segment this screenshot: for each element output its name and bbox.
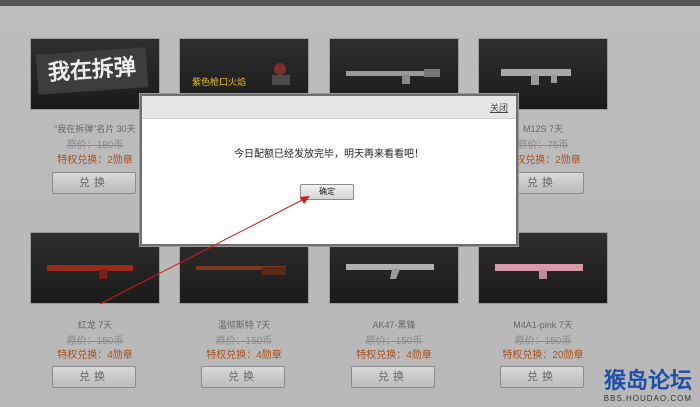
watermark-url: BBS.HOUDAO.COM <box>603 394 692 403</box>
annotation-arrow <box>99 196 310 305</box>
watermark-logo: 猴岛论坛 <box>603 369 692 394</box>
page-background: 我在拆弹 “我在拆弹”名片 30天 原价：180币 特权兑换：2勋章 兑换 紫色… <box>0 0 700 407</box>
forum-watermark: 猴岛论坛 BBS.HOUDAO.COM <box>603 369 692 404</box>
